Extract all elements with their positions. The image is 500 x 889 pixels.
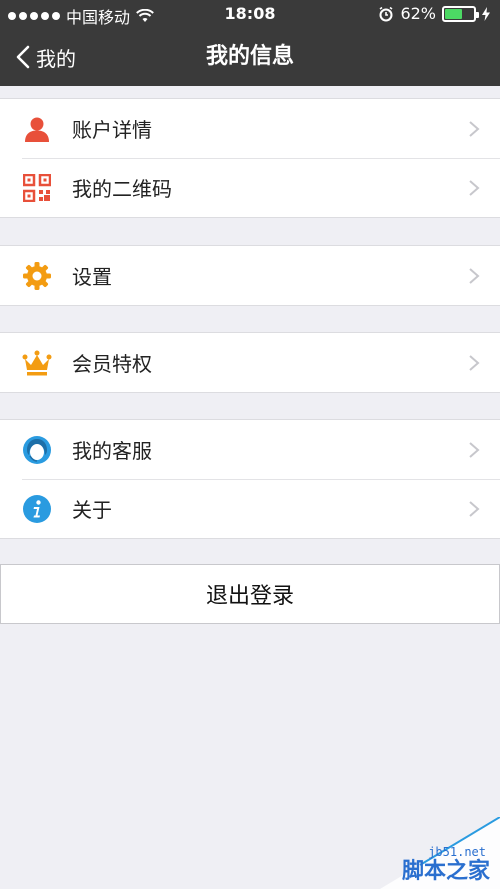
status-bar: 中国移动 18:08 62% xyxy=(0,0,500,28)
chevron-right-icon xyxy=(469,441,480,458)
gear-icon xyxy=(22,261,52,291)
watermark-brand: 脚本之家 xyxy=(401,859,490,884)
back-button[interactable]: 我的 xyxy=(16,28,76,86)
logout-button[interactable]: 退出登录 xyxy=(0,564,500,624)
menu-item-qrcode[interactable]: 我的二维码 xyxy=(0,158,500,217)
menu-item-label: 关于 xyxy=(72,498,112,522)
menu-item-membership[interactable]: 会员特权 xyxy=(0,333,500,392)
battery-fill xyxy=(445,8,462,19)
headset-icon xyxy=(22,435,52,465)
battery-percent: 62% xyxy=(400,4,436,23)
qrcode-icon xyxy=(22,173,52,203)
chevron-right-icon xyxy=(469,500,480,517)
status-right: 62% xyxy=(378,4,490,23)
crown-icon xyxy=(22,348,52,378)
menu-item-customer-service[interactable]: 我的客服 xyxy=(0,420,500,479)
person-icon xyxy=(22,114,52,144)
menu-item-label: 会员特权 xyxy=(72,352,152,376)
chevron-right-icon xyxy=(469,354,480,371)
menu-item-label: 账户详情 xyxy=(72,118,152,142)
menu-item-label: 设置 xyxy=(72,265,112,289)
alarm-icon xyxy=(379,6,393,21)
nav-bar: 我的信息 我的 xyxy=(0,28,500,86)
battery-icon xyxy=(442,5,479,22)
chevron-right-icon xyxy=(469,179,480,196)
menu-group-support: 我的客服 关于 xyxy=(0,419,500,539)
chevron-right-icon xyxy=(469,120,480,137)
menu-item-label: 我的客服 xyxy=(72,439,152,463)
menu-group-settings: 设置 xyxy=(0,245,500,306)
menu-item-account-details[interactable]: 账户详情 xyxy=(0,99,500,158)
menu-group-account: 账户详情 我的二维码 xyxy=(0,98,500,218)
menu-group-membership: 会员特权 xyxy=(0,332,500,393)
chevron-right-icon xyxy=(469,267,480,284)
menu-item-label: 我的二维码 xyxy=(72,177,172,201)
chevron-left-icon xyxy=(16,45,30,69)
menu-item-settings[interactable]: 设置 xyxy=(0,246,500,305)
menu-item-about[interactable]: 关于 xyxy=(0,479,500,538)
charging-icon xyxy=(482,6,490,21)
watermark: jb51.net 脚本之家 xyxy=(360,817,500,889)
back-label: 我的 xyxy=(36,46,76,71)
info-icon xyxy=(22,494,52,524)
